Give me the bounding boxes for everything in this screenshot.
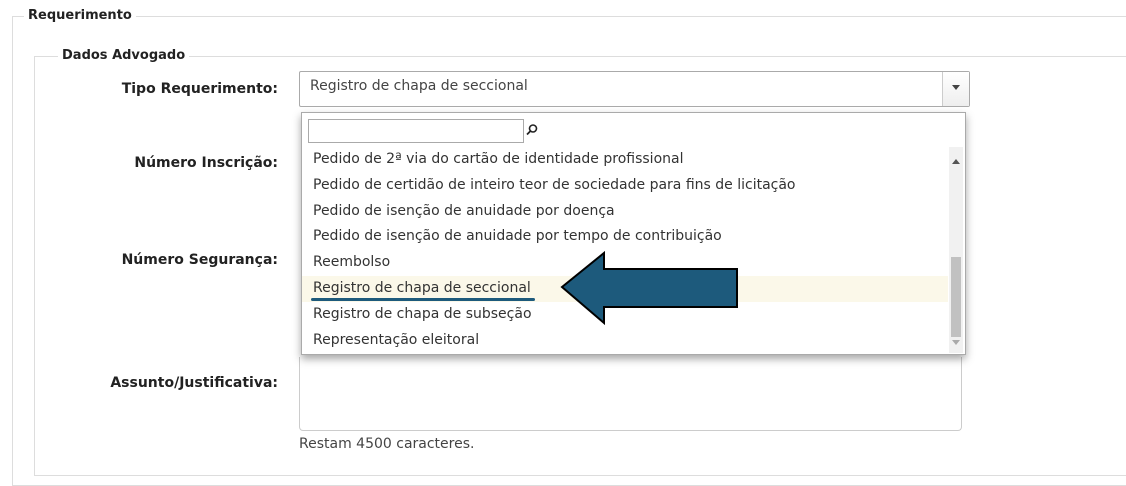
scroll-up-icon[interactable]	[952, 159, 960, 164]
requerimento-legend: Requerimento	[24, 8, 136, 23]
numero-seguranca-label: Número Segurança:	[121, 252, 278, 268]
tipo-requerimento-select[interactable]: Registro de chapa de seccional	[299, 71, 970, 107]
dropdown-option[interactable]: Pedido de isenção de anuidade por tempo …	[302, 224, 948, 250]
dropdown-option[interactable]: Pedido de certidão de inteiro teor de so…	[302, 173, 948, 199]
dados-advogado-legend: Dados Advogado	[58, 48, 190, 63]
annotation-arrow-icon	[560, 250, 738, 326]
scrollbar-thumb[interactable]	[951, 257, 961, 337]
scroll-down-icon[interactable]	[952, 340, 960, 345]
tipo-requerimento-label: Tipo Requerimento:	[121, 81, 278, 97]
dropdown-option[interactable]: Pedido de isenção de anuidade por doença	[302, 199, 948, 225]
assunto-justificativa-textarea[interactable]	[299, 357, 962, 431]
assunto-justificativa-label: Assunto/Justificativa:	[110, 375, 278, 391]
dropdown-scrollbar[interactable]	[949, 147, 963, 353]
dropdown-option[interactable]: Representação eleitoral	[302, 328, 948, 354]
search-icon	[526, 124, 538, 136]
select-current-value: Registro de chapa de seccional	[310, 78, 528, 94]
dropdown-search-input[interactable]	[308, 119, 524, 143]
chevron-down-icon[interactable]	[942, 72, 969, 106]
dropdown-option[interactable]: Pedido de 2ª via do cartão de identidade…	[302, 147, 948, 173]
selected-option-underline	[311, 297, 535, 301]
numero-inscricao-label: Número Inscrição:	[134, 155, 278, 171]
characters-remaining-hint: Restam 4500 caracteres.	[299, 436, 475, 452]
